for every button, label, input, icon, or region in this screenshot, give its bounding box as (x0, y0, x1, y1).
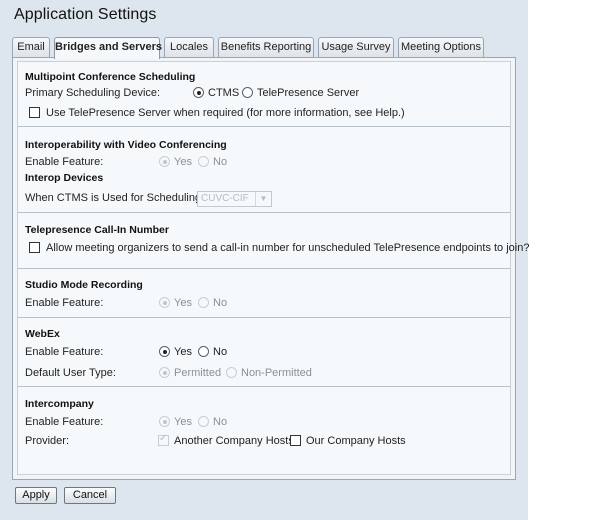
ctms-radio-label: CTMS (208, 87, 240, 99)
tab-benefits-reporting[interactable]: Benefits Reporting (218, 37, 314, 57)
our-company-checkbox[interactable] (290, 435, 301, 446)
studio-no-label: No (213, 297, 228, 309)
interop-device-select[interactable]: CUVC-CIF ▼ (197, 191, 272, 207)
divider (18, 317, 510, 318)
permitted-radio[interactable] (159, 367, 170, 378)
interop-yes-radio[interactable] (159, 156, 170, 167)
permitted-label: Permitted (174, 367, 222, 379)
studio-enable-label: Enable Feature: (25, 297, 104, 309)
webex-heading: WebEx (25, 328, 60, 340)
interop-device-value: CUVC-CIF (201, 193, 249, 204)
cancel-button[interactable]: Cancel (64, 487, 116, 504)
tab-panel: Multipoint Conference Scheduling Primary… (12, 57, 529, 480)
interop-no-label: No (213, 156, 228, 168)
divider (18, 386, 510, 387)
intercompany-no-radio[interactable] (198, 416, 209, 427)
intercompany-yes-radio[interactable] (159, 416, 170, 427)
intercompany-no-label: No (213, 416, 228, 428)
ctms-scheduling-label: When CTMS is Used for Scheduling: (25, 192, 205, 204)
tab-usage-survey[interactable]: Usage Survey (318, 37, 394, 57)
studio-heading: Studio Mode Recording (25, 279, 143, 291)
default-user-type-label: Default User Type: (25, 367, 116, 379)
studio-yes-label: Yes (174, 297, 192, 309)
use-telepresence-server-label: Use TelePresence Server when required (f… (46, 107, 405, 119)
multipoint-heading: Multipoint Conference Scheduling (25, 71, 196, 83)
another-company-label: Another Company Hosts (174, 435, 294, 447)
non-permitted-radio[interactable] (226, 367, 237, 378)
webex-no-label: No (213, 346, 228, 358)
divider (18, 126, 510, 127)
use-telepresence-server-checkbox[interactable] (29, 107, 40, 118)
our-company-label: Our Company Hosts (306, 435, 406, 447)
apply-button[interactable]: Apply (15, 487, 57, 504)
telepresence-server-radio-label: TelePresence Server (257, 87, 360, 99)
application-settings-window: Application Settings Email Bridges and S… (0, 0, 529, 520)
intercompany-heading: Intercompany (25, 398, 94, 410)
provider-label: Provider: (25, 435, 70, 447)
divider (18, 268, 510, 269)
webex-yes-label: Yes (174, 346, 192, 358)
tab-bridges-and-servers[interactable]: Bridges and Servers (54, 37, 162, 59)
non-permitted-label: Non-Permitted (241, 367, 312, 379)
webex-enable-label: Enable Feature: (25, 346, 104, 358)
another-company-checkbox[interactable] (158, 433, 169, 446)
interop-no-radio[interactable] (198, 156, 209, 167)
intercompany-yes-label: Yes (174, 416, 192, 428)
divider (18, 212, 510, 213)
callin-checkbox-label: Allow meeting organizers to send a call-… (46, 242, 530, 254)
studio-no-radio[interactable] (198, 297, 209, 308)
studio-yes-radio[interactable] (159, 297, 170, 308)
interop-heading: Interoperability with Video Conferencing (25, 139, 227, 151)
primary-device-label: Primary Scheduling Device: (25, 87, 161, 99)
ctms-radio[interactable] (193, 87, 204, 98)
page-title: Application Settings (14, 6, 157, 23)
webex-yes-radio[interactable] (159, 346, 170, 357)
interop-enable-label: Enable Feature: (25, 156, 104, 168)
intercompany-enable-label: Enable Feature: (25, 416, 104, 428)
chevron-down-icon: ▼ (255, 192, 271, 206)
webex-no-radio[interactable] (198, 346, 209, 357)
tab-meeting-options[interactable]: Meeting Options (398, 37, 484, 57)
tab-locales[interactable]: Locales (164, 37, 214, 57)
interop-yes-label: Yes (174, 156, 192, 168)
callin-heading: Telepresence Call-In Number (25, 224, 169, 236)
interop-devices-heading: Interop Devices (25, 172, 104, 184)
settings-content: Multipoint Conference Scheduling Primary… (17, 61, 529, 475)
telepresence-server-radio[interactable] (242, 87, 253, 98)
tab-email[interactable]: Email (12, 37, 50, 57)
callin-checkbox[interactable] (29, 242, 40, 253)
